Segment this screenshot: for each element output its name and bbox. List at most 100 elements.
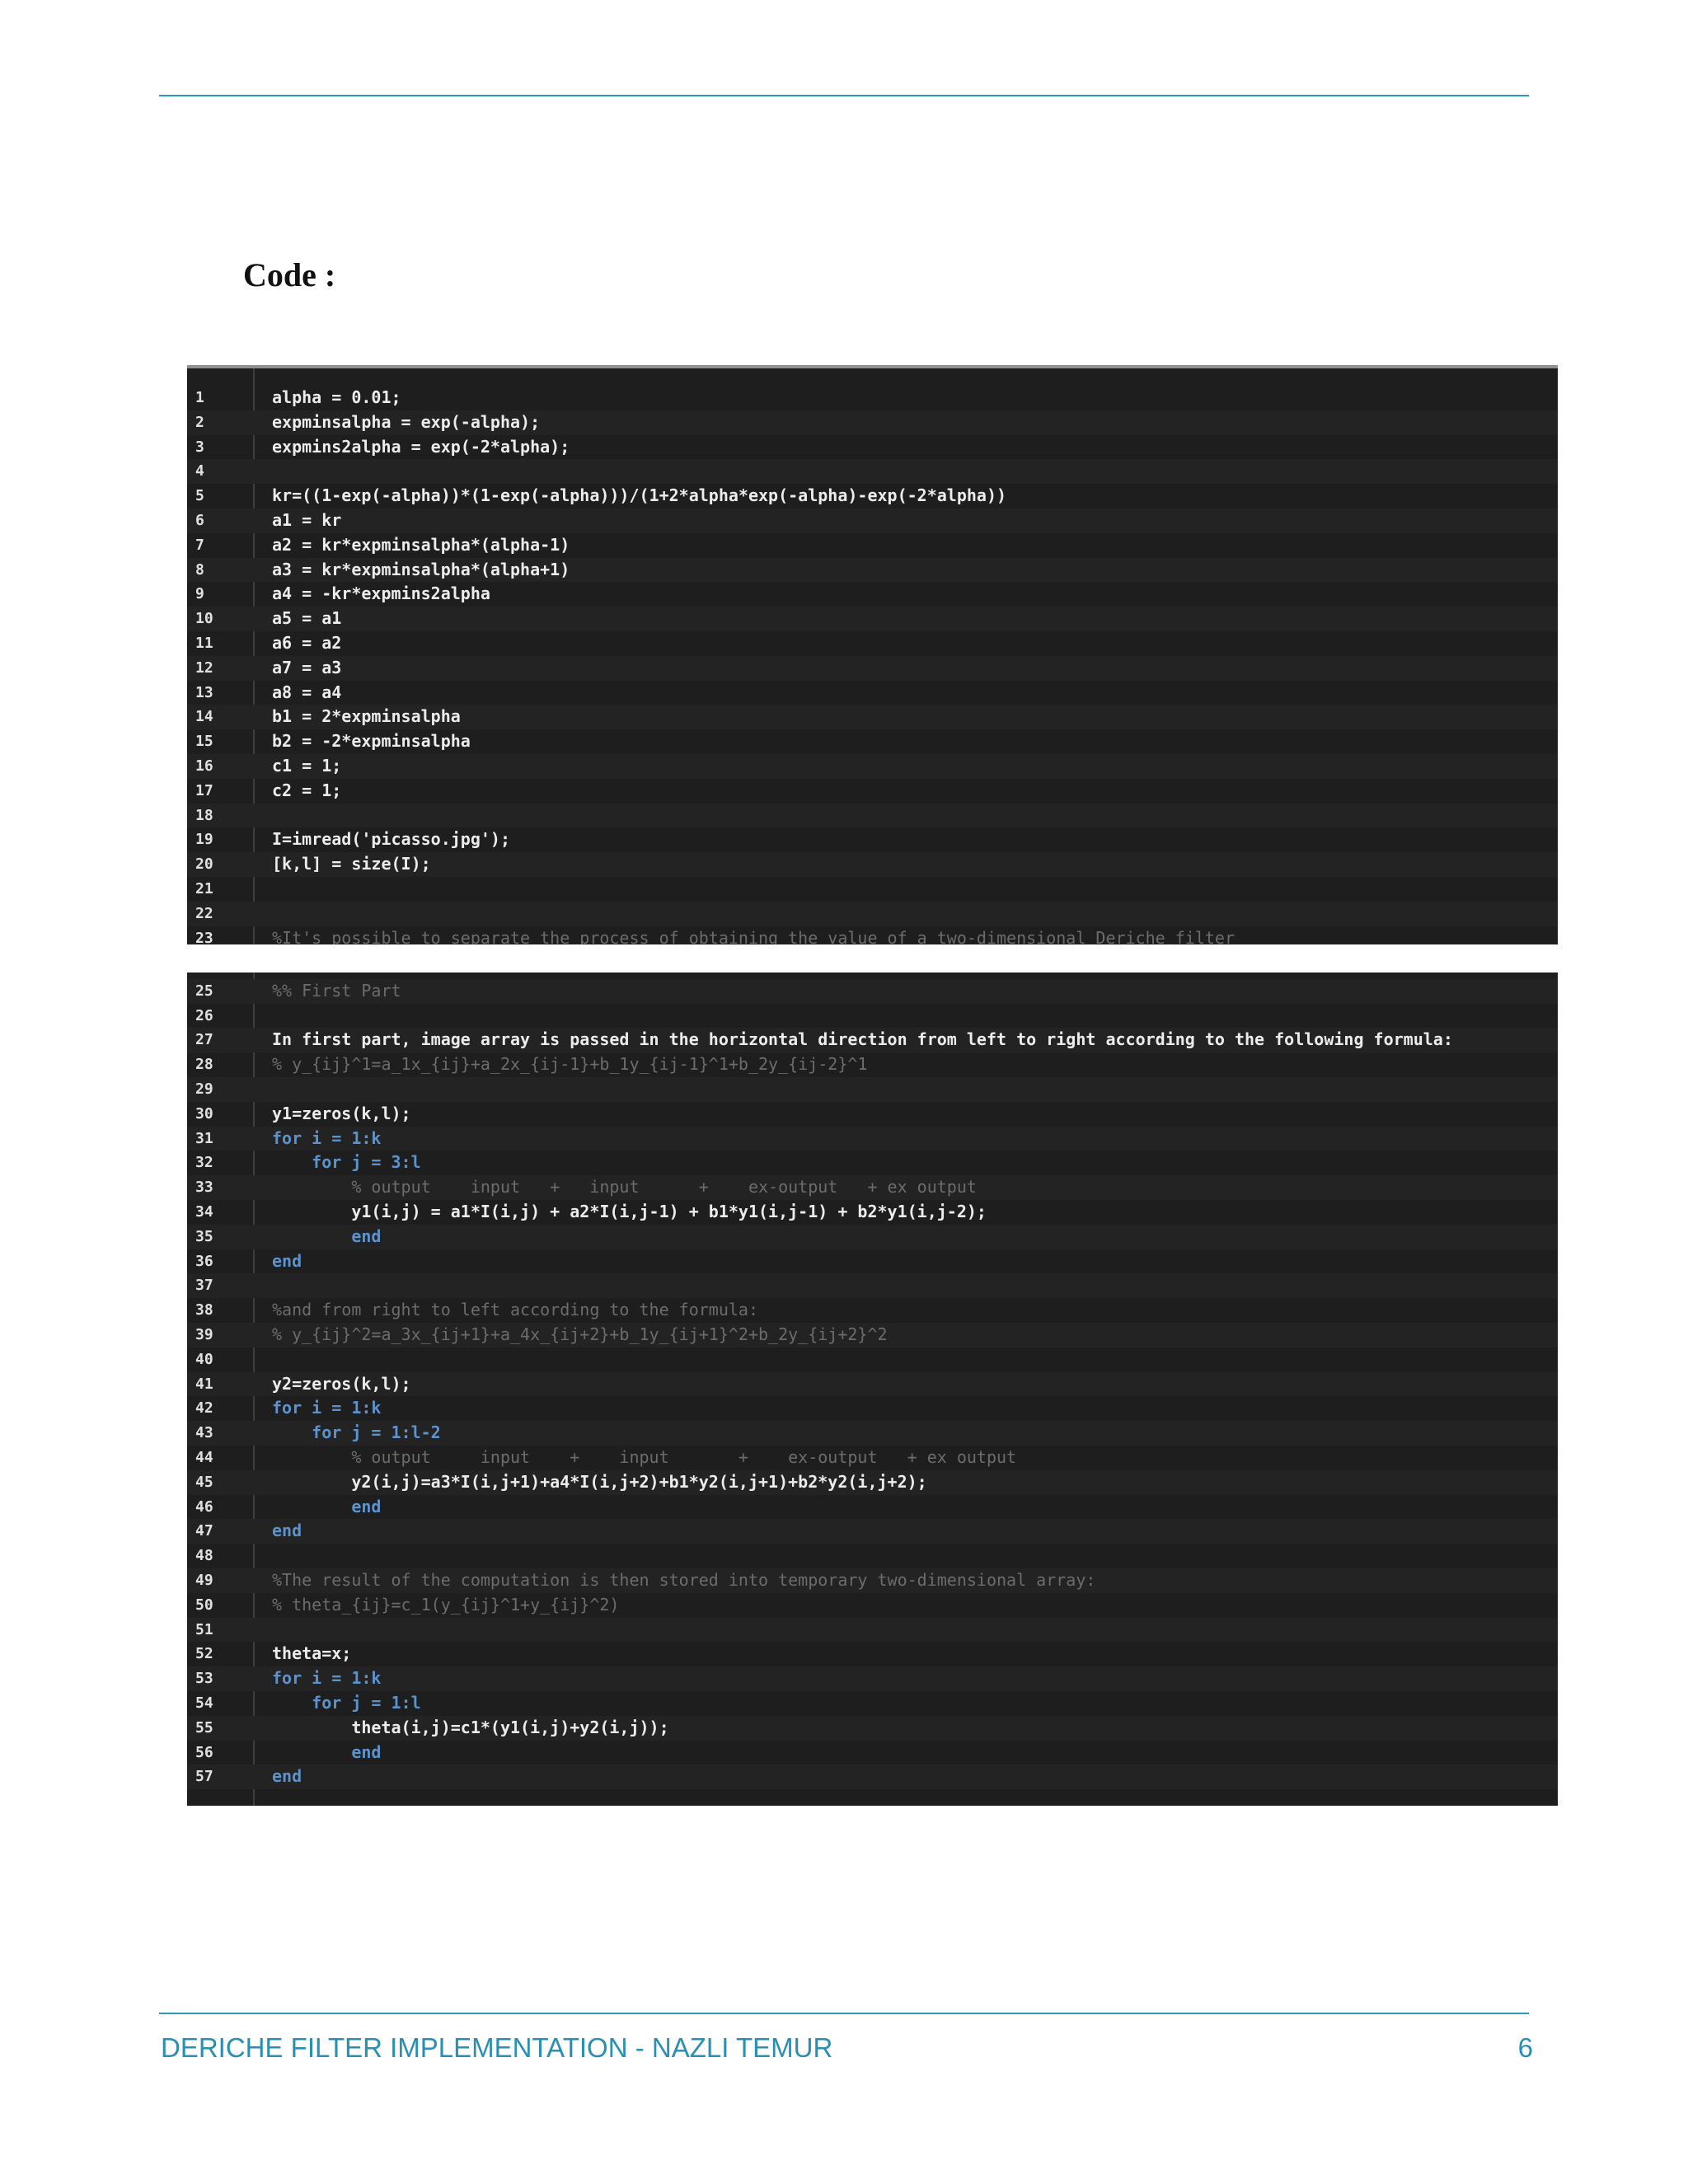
line-number: 37 [195, 1277, 213, 1295]
code-text: end [272, 1766, 302, 1787]
line-number: 11 [195, 634, 213, 652]
footer-rule [159, 2013, 1529, 2014]
code-line: 8 a3 = kr*expminsalpha*(alpha+1) [187, 557, 1558, 583]
code-line: 5 kr=((1-exp(-alpha))*(1-exp(-alpha)))/(1… [187, 484, 1558, 509]
code-text: theta(i,j)=c1*(y1(i,j)+y2(i,j)); [272, 1717, 669, 1737]
code-line: 44 % output input + input + ex-output + … [187, 1446, 1558, 1470]
line-number: 42 [195, 1399, 213, 1418]
line-number: 48 [195, 1547, 213, 1565]
code-text: y1(i,j) = a1*I(i,j) + a2*I(i,j-1) + b1*y… [272, 1201, 987, 1221]
line-number: 2 [195, 413, 204, 431]
code-text: b2 = -2*expminsalpha [272, 731, 471, 752]
line-number: 27 [195, 1031, 213, 1049]
code-text: end [272, 1226, 382, 1246]
code-line: 36 end [187, 1249, 1558, 1274]
code-text: I=imread('picasso.jpg'); [272, 829, 510, 850]
code-line: 13 a8 = a4 [187, 681, 1558, 705]
line-number: 1 [195, 389, 204, 406]
line-number: 10 [195, 610, 213, 628]
code-line: 14 b1 = 2*expminsalpha [187, 705, 1558, 730]
header-rule [159, 95, 1529, 96]
line-number: 53 [195, 1670, 213, 1688]
code-line: 29 [187, 1076, 1558, 1102]
code-line: 28 % y_{ij}^1=a_1x_{ij}+a_2x_{ij-1}+b_1y_… [187, 1052, 1558, 1077]
code-text: a5 = a1 [272, 608, 342, 629]
code-screenshot-2: 24 25 %% First Part 26 27 In first part, imag… [187, 972, 1558, 1806]
line-number: 52 [195, 1645, 213, 1663]
footer-title: DERICHE FILTER IMPLEMENTATION - NAZLI TE… [161, 2032, 833, 2063]
line-number: 50 [195, 1596, 213, 1614]
code-text: a3 = kr*expminsalpha*(alpha+1) [272, 559, 570, 579]
code-text: end [272, 1250, 302, 1271]
code-line: 33 % output input + input + ex-output + … [187, 1175, 1558, 1200]
code-text: y1=zeros(k,l); [272, 1103, 411, 1123]
code-text: for j = 1:l [272, 1692, 421, 1713]
line-number: 6 [195, 511, 204, 529]
code-line: 12 a7 = a3 [187, 655, 1558, 681]
code-line: 49 %The result of the computation is then… [187, 1568, 1558, 1593]
code-line: 38 %and from right to left according to t… [187, 1298, 1558, 1323]
code-line: 25 %% First Part [187, 978, 1558, 1004]
line-number: 54 [195, 1694, 213, 1712]
line-number: 5 [195, 487, 204, 505]
line-number: 15 [195, 733, 213, 751]
code-text: kr=((1-exp(-alpha))*(1-exp(-alpha)))/(1+… [272, 485, 1007, 506]
line-number: 30 [195, 1104, 213, 1122]
code-screenshot-1: 1 alpha = 0.01; 2 expminsalpha = exp(-alpha… [187, 365, 1558, 944]
code-text: for j = 3:l [272, 1152, 421, 1173]
line-number: 25 [195, 982, 213, 1000]
code-text: expminsalpha = exp(-alpha); [272, 411, 541, 432]
code-text: % theta_{ij}=c_1(y_{ij}^1+y_{ij}^2) [272, 1594, 620, 1615]
code-text: end [272, 1521, 302, 1541]
line-number: 46 [195, 1497, 213, 1516]
code-line: 15 b2 = -2*expminsalpha [187, 729, 1558, 754]
code-text: %It's possible to separate the process o… [272, 927, 1235, 944]
line-number: 17 [195, 781, 213, 799]
code-line: 40 [187, 1347, 1558, 1372]
line-number: 47 [195, 1522, 213, 1540]
code-line: 42 for i = 1:k [187, 1396, 1558, 1421]
line-number: 55 [195, 1718, 213, 1736]
code-line: 27 In first part, image array is passed i… [187, 1028, 1558, 1053]
code-line: 35 end [187, 1224, 1558, 1249]
code-text: y2=zeros(k,l); [272, 1373, 411, 1394]
code-text: b1 = 2*expminsalpha [272, 706, 461, 727]
code-text: % output input + input + ex-output + ex … [272, 1446, 1017, 1467]
line-number: 43 [195, 1424, 213, 1442]
line-number: 8 [195, 560, 204, 579]
line-number: 35 [195, 1227, 213, 1245]
code-text: [k,l] = size(I); [272, 854, 431, 874]
code-line: 24 [187, 972, 1558, 979]
code-line: 3 expmins2alpha = exp(-2*alpha); [187, 435, 1558, 460]
code-line: 53 for i = 1:k [187, 1666, 1558, 1691]
line-number: 20 [195, 855, 213, 874]
code-text: for i = 1:k [272, 1398, 382, 1418]
line-number: 41 [195, 1375, 213, 1393]
code-line: 16 c1 = 1; [187, 753, 1558, 779]
code-line: 34 y1(i,j) = a1*I(i,j) + a2*I(i,j-1) + b… [187, 1200, 1558, 1225]
code-text: a8 = a4 [272, 682, 342, 702]
code-line: 50 % theta_{ij}=c_1(y_{ij}^1+y_{ij}^2) [187, 1593, 1558, 1618]
code-text: c1 = 1; [272, 755, 342, 776]
code-line: 47 end [187, 1519, 1558, 1544]
code-line: 30 y1=zeros(k,l); [187, 1102, 1558, 1127]
code-line: 19 I=imread('picasso.jpg'); [187, 827, 1558, 852]
code-text: In first part, image array is passed in … [272, 1029, 1453, 1050]
code-line: 18 [187, 803, 1558, 828]
code-text: %The result of the computation is then s… [272, 1569, 1096, 1590]
code-line: 23 %It's possible to separate the process… [187, 926, 1558, 944]
line-number: 24 [195, 972, 237, 979]
line-number: 38 [195, 1301, 213, 1319]
line-number: 23 [195, 929, 213, 944]
code-line: 2 expminsalpha = exp(-alpha); [187, 410, 1558, 435]
code-text: % output input + input + ex-output + ex … [272, 1177, 977, 1197]
code-text: a1 = kr [272, 509, 342, 530]
section-heading: Code : [243, 256, 336, 293]
code-line: 41 y2=zeros(k,l); [187, 1371, 1558, 1397]
line-number: 4 [195, 462, 204, 480]
code-line: 45 y2(i,j)=a3*I(i,j+1)+a4*I(i,j+2)+b1*y2… [187, 1469, 1558, 1495]
code-line: 17 c2 = 1; [187, 779, 1558, 804]
code-line: 52 theta=x; [187, 1642, 1558, 1666]
code-line: 4 [187, 459, 1558, 485]
code-line: 37 [187, 1273, 1558, 1299]
